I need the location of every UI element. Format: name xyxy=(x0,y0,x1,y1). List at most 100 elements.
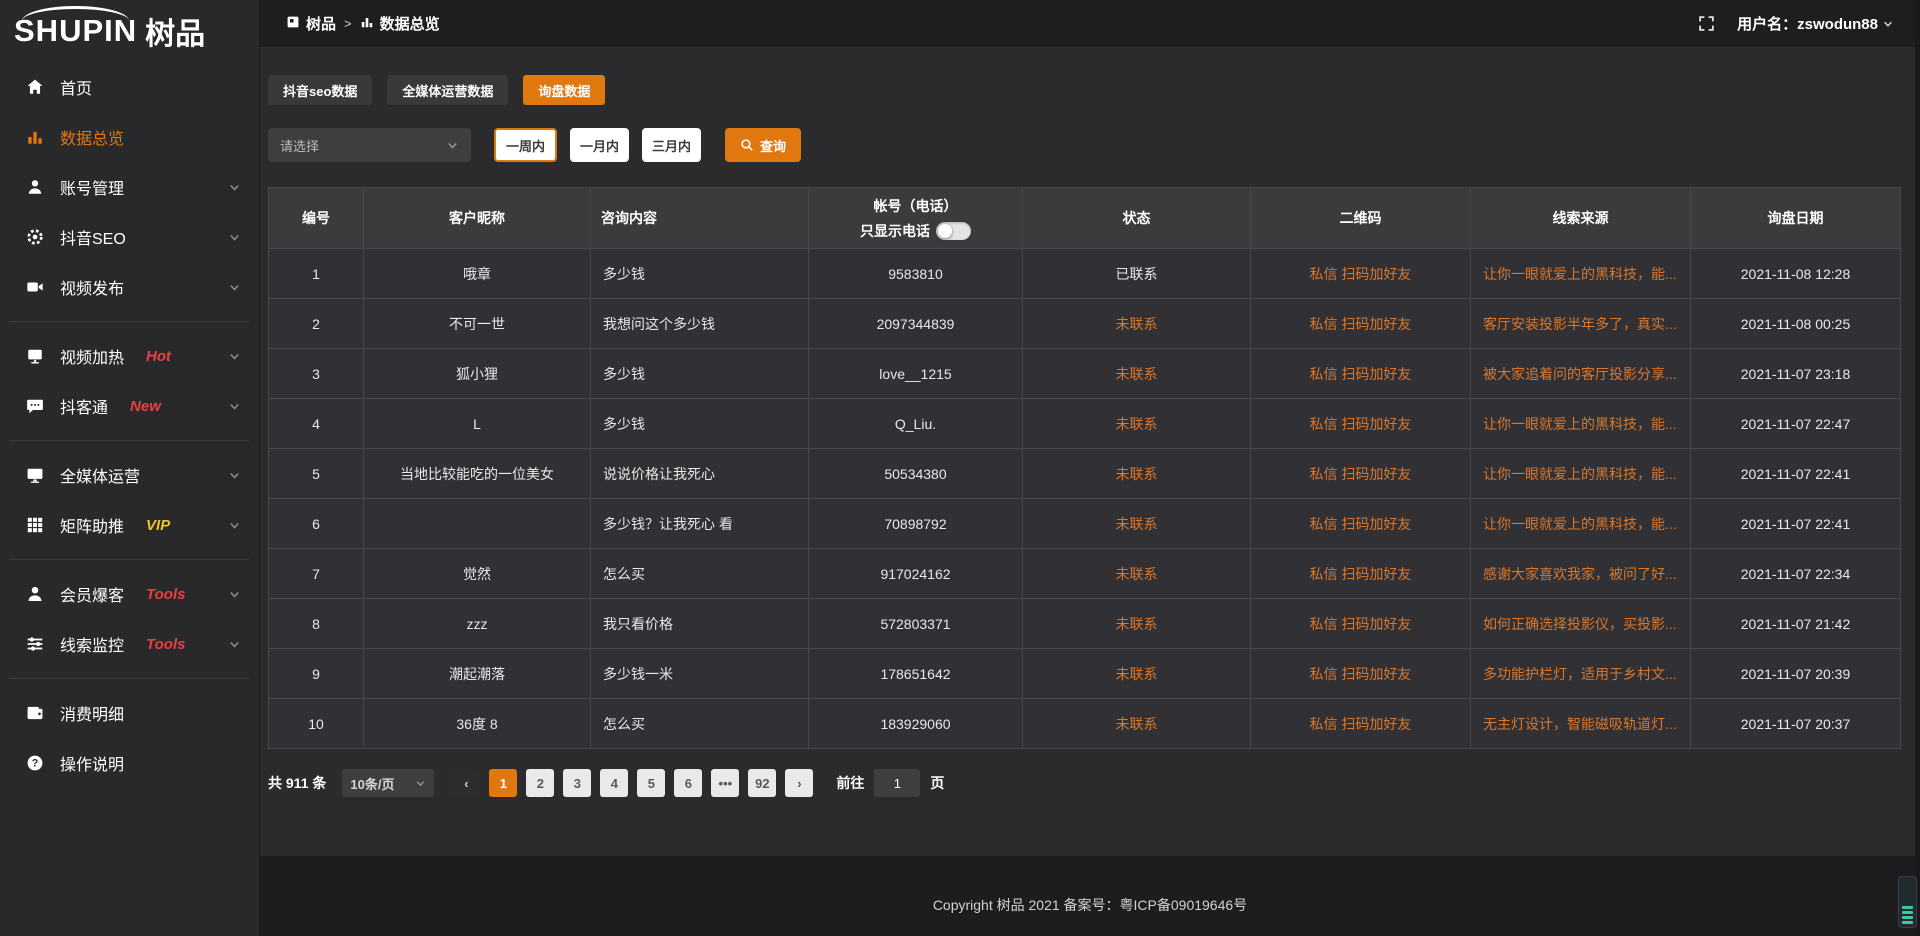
goto-page-input[interactable] xyxy=(874,769,920,797)
cell-source-link[interactable]: 客厅安装投影半年多了，真实... xyxy=(1471,299,1691,349)
cell-status: 未联系 xyxy=(1023,449,1251,499)
sidebar-item-omni-media[interactable]: 全媒体运营 xyxy=(0,450,259,500)
cell-id: 9 xyxy=(269,649,364,699)
cell-source-link[interactable]: 如何正确选择投影仪，买投影... xyxy=(1471,599,1691,649)
app-square-icon xyxy=(286,15,300,33)
cell-qr-link[interactable]: 私信 扫码加好友 xyxy=(1251,399,1471,449)
cell-source-link[interactable]: 让你一眼就爱上的黑科技，能... xyxy=(1471,499,1691,549)
cell-account: love__1215 xyxy=(809,349,1023,399)
inquiry-table: 编号客户昵称咨询内容帐号（电话）只显示电话状态二维码线索来源询盘日期 1哦章多少… xyxy=(268,187,1901,749)
video-icon xyxy=(26,278,44,296)
period-button-1[interactable]: 一月内 xyxy=(570,128,629,162)
user-dropdown[interactable]: 用户名：zswodun88 xyxy=(1737,13,1894,34)
page-button-5[interactable]: 5 xyxy=(637,769,665,797)
breadcrumb-app[interactable]: 树品 xyxy=(286,13,336,34)
logo: SHUPIN 树品 xyxy=(0,0,259,62)
sidebar-item-label: 数据总览 xyxy=(60,125,124,149)
sidebar-item-data-overview[interactable]: 数据总览 xyxy=(0,112,259,162)
breadcrumb-app-label: 树品 xyxy=(306,13,336,34)
page-button-3[interactable]: 3 xyxy=(563,769,591,797)
cell-qr-link[interactable]: 私信 扫码加好友 xyxy=(1251,549,1471,599)
cell-qr-link[interactable]: 私信 扫码加好友 xyxy=(1251,349,1471,399)
sidebar-item-operation-guide[interactable]: ?操作说明 xyxy=(0,738,259,788)
logo-text-cn: 树品 xyxy=(145,9,205,53)
sidebar-item-member-burst[interactable]: 会员爆客Tools xyxy=(0,569,259,619)
table-row: 1哦章多少钱9583810已联系私信 扫码加好友让你一眼就爱上的黑科技，能...… xyxy=(269,249,1901,299)
chevron-down-icon xyxy=(228,638,241,651)
page-button-6[interactable]: 6 xyxy=(674,769,702,797)
scrollbar-track[interactable] xyxy=(1915,0,1920,936)
cell-source-link[interactable]: 让你一眼就爱上的黑科技，能... xyxy=(1471,399,1691,449)
cell-date: 2021-11-07 20:39 xyxy=(1691,649,1901,699)
cell-account: 917024162 xyxy=(809,549,1023,599)
cell-source-link[interactable]: 多功能护栏灯，适用于乡村文... xyxy=(1471,649,1691,699)
sidebar-item-account-manage[interactable]: 账号管理 xyxy=(0,162,259,212)
sidebar-item-douyin-seo[interactable]: 抖音SEO xyxy=(0,212,259,262)
svg-text:?: ? xyxy=(32,758,39,770)
sidebar-item-matrix-boost[interactable]: 矩阵助推VIP xyxy=(0,500,259,550)
cell-source-link[interactable]: 让你一眼就爱上的黑科技，能... xyxy=(1471,449,1691,499)
period-button-2[interactable]: 三月内 xyxy=(642,128,701,162)
tab-inquiry-data[interactable]: 询盘数据 xyxy=(523,75,605,105)
app-root: SHUPIN 树品 首页数据总览账号管理抖音SEO视频发布视频加热Hot抖客通N… xyxy=(0,0,1920,936)
sidebar-item-video-publish[interactable]: 视频发布 xyxy=(0,262,259,312)
breadcrumb-page[interactable]: 数据总览 xyxy=(360,13,440,34)
column-header-3: 帐号（电话）只显示电话 xyxy=(809,188,1023,249)
tab-omni-media-data[interactable]: 全媒体运营数据 xyxy=(387,75,508,105)
goto-page: 前往 页 xyxy=(836,769,944,797)
cell-source-link[interactable]: 感谢大家喜欢我家，被问了好... xyxy=(1471,549,1691,599)
chevron-down-icon xyxy=(228,519,241,532)
page-size-select[interactable]: 10条/页 xyxy=(342,769,434,797)
sidebar-item-home[interactable]: 首页 xyxy=(0,62,259,112)
page-ellipsis-button[interactable]: ••• xyxy=(711,769,739,797)
page-button-2[interactable]: 2 xyxy=(526,769,554,797)
sidebar-item-consume-detail[interactable]: 消费明细 xyxy=(0,688,259,738)
query-button[interactable]: 查询 xyxy=(725,128,801,162)
cell-qr-link[interactable]: 私信 扫码加好友 xyxy=(1251,249,1471,299)
sidebar-item-video-heat[interactable]: 视频加热Hot xyxy=(0,331,259,381)
cell-qr-link[interactable]: 私信 扫码加好友 xyxy=(1251,699,1471,749)
table-row: 8zzz我只看价格572803371未联系私信 扫码加好友如何正确选择投影仪，买… xyxy=(269,599,1901,649)
column-header-1: 客户昵称 xyxy=(364,188,591,249)
cell-qr-link[interactable]: 私信 扫码加好友 xyxy=(1251,449,1471,499)
cell-id: 6 xyxy=(269,499,364,549)
cell-source-link[interactable]: 让你一眼就爱上的黑科技，能... xyxy=(1471,249,1691,299)
cell-nickname: 哦章 xyxy=(364,249,591,299)
period-button-0[interactable]: 一周内 xyxy=(494,128,557,162)
sidebar-item-clue-monitor[interactable]: 线索监控Tools xyxy=(0,619,259,669)
cell-date: 2021-11-07 20:37 xyxy=(1691,699,1901,749)
tab-bar: 抖音seo数据全媒体运营数据询盘数据 xyxy=(268,75,1900,105)
cell-qr-link[interactable]: 私信 扫码加好友 xyxy=(1251,299,1471,349)
cell-qr-link[interactable]: 私信 扫码加好友 xyxy=(1251,649,1471,699)
fullscreen-icon[interactable] xyxy=(1698,15,1715,32)
page-button-1[interactable]: 1 xyxy=(489,769,517,797)
cell-source-link[interactable]: 无主灯设计，智能磁吸轨道灯... xyxy=(1471,699,1691,749)
filter-select[interactable]: 请选择 xyxy=(268,128,471,162)
cell-qr-link[interactable]: 私信 扫码加好友 xyxy=(1251,499,1471,549)
phone-only-toggle[interactable] xyxy=(936,222,971,240)
column-header-label: 帐号（电话） xyxy=(874,196,958,216)
cell-qr-link[interactable]: 私信 扫码加好友 xyxy=(1251,599,1471,649)
sidebar: SHUPIN 树品 首页数据总览账号管理抖音SEO 视频发布视频加热Hot抖客通N… xyxy=(0,0,260,936)
sidebar-item-douketong[interactable]: 抖客通New xyxy=(0,381,259,431)
tab-douyin-seo-data[interactable]: 抖音seo数据 xyxy=(268,75,372,105)
badge-tools: Tools xyxy=(146,636,185,653)
page-button-92[interactable]: 92 xyxy=(748,769,776,797)
cell-source-link[interactable]: 被大家追着问的客厅投影分享... xyxy=(1471,349,1691,399)
topbar-right: 用户名：zswodun88 xyxy=(1698,13,1894,34)
page-button-4[interactable]: 4 xyxy=(600,769,628,797)
next-page-button[interactable]: › xyxy=(785,769,813,797)
cell-status: 未联系 xyxy=(1023,649,1251,699)
chevron-down-icon xyxy=(1882,18,1894,30)
prev-page-button[interactable]: ‹ xyxy=(452,769,480,797)
sidebar-menu: 首页数据总览账号管理抖音SEO 视频发布视频加热Hot抖客通New 全媒体运营矩阵助… xyxy=(0,62,259,788)
chevron-down-icon xyxy=(228,181,241,194)
chevron-down-icon xyxy=(228,231,241,244)
browser-extension-widget[interactable] xyxy=(1898,876,1917,928)
pagination-total: 共 911 条 xyxy=(268,773,326,793)
cell-date: 2021-11-08 12:28 xyxy=(1691,249,1901,299)
cell-id: 3 xyxy=(269,349,364,399)
cell-nickname: 潮起潮落 xyxy=(364,649,591,699)
page-buttons: 123456 ••• 92 xyxy=(489,769,785,797)
sidebar-item-label: 视频发布 xyxy=(60,275,124,299)
